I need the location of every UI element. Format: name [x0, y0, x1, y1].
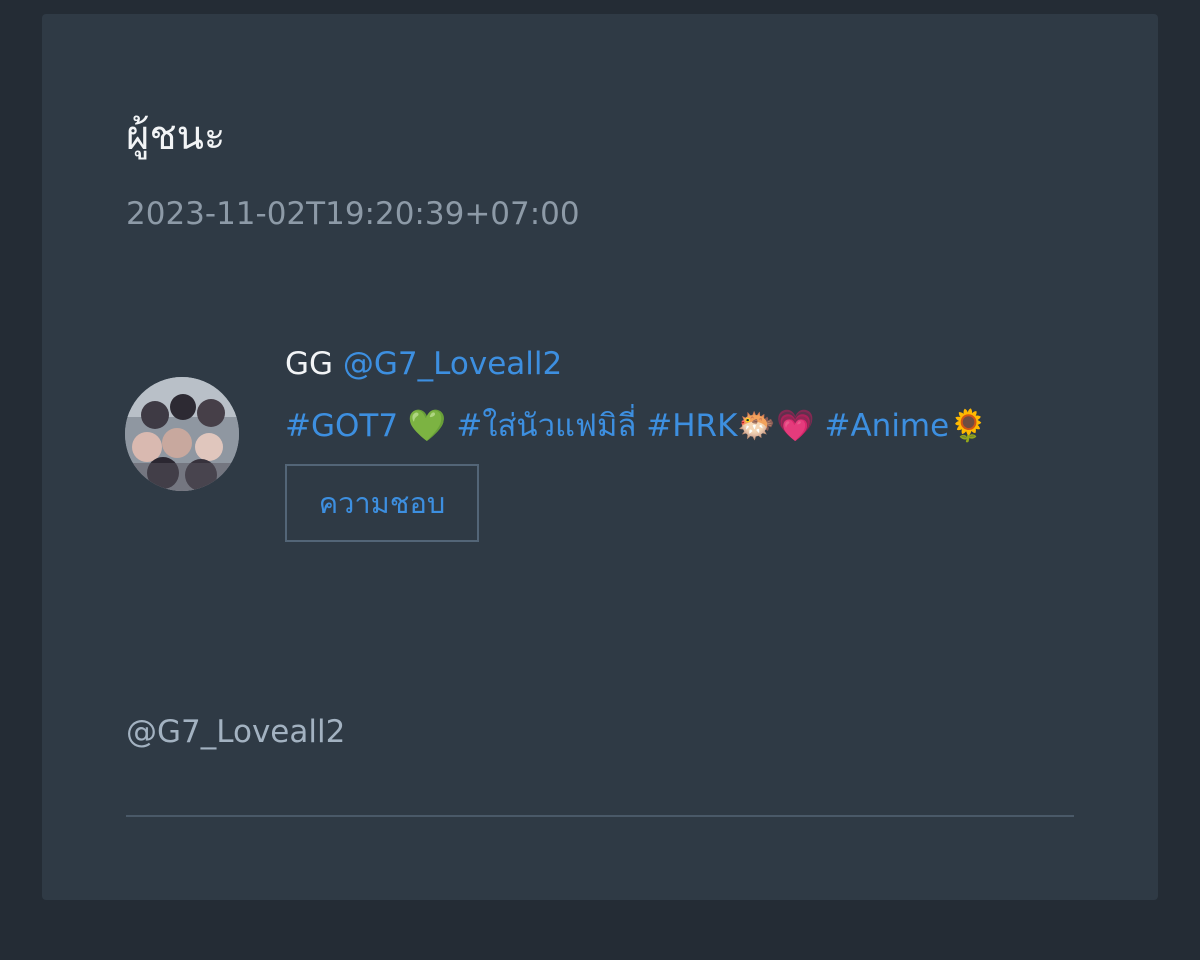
avatar[interactable]: [125, 377, 239, 491]
hashtag-hrk[interactable]: #HRK: [646, 408, 737, 444]
display-name: GG: [285, 346, 334, 382]
hashtag-family[interactable]: #ใส่นัวแฟมิลี่: [456, 408, 636, 444]
avatar-image: [125, 377, 239, 491]
mention-text[interactable]: @G7_Loveall2: [126, 710, 345, 754]
hashtag-got7[interactable]: #GOT7: [285, 408, 398, 444]
user-bio: #GOT7 💚 #ใส่นัวแฟมิลี่ #HRK🐡💗 #Anime🌻: [285, 404, 988, 448]
timestamp: 2023-11-02T19:20:39+07:00: [126, 196, 580, 232]
pink-heart-emoji: 💗: [776, 408, 815, 444]
green-heart-emoji: 💚: [407, 408, 447, 444]
winner-card: ผู้ชนะ 2023-11-02T19:20:39+07:00 GG @G7_…: [42, 14, 1158, 900]
card-title: ผู้ชนะ: [126, 113, 226, 159]
blowfish-emoji: 🐡: [737, 408, 777, 444]
user-name-line: GG @G7_Loveall2: [285, 342, 562, 386]
divider: [126, 815, 1074, 817]
user-handle-link[interactable]: @G7_Loveall2: [343, 346, 562, 382]
sunflower-emoji: 🌻: [949, 408, 988, 444]
follow-button[interactable]: ความชอบ: [285, 464, 479, 542]
hashtag-anime[interactable]: #Anime: [824, 408, 949, 444]
